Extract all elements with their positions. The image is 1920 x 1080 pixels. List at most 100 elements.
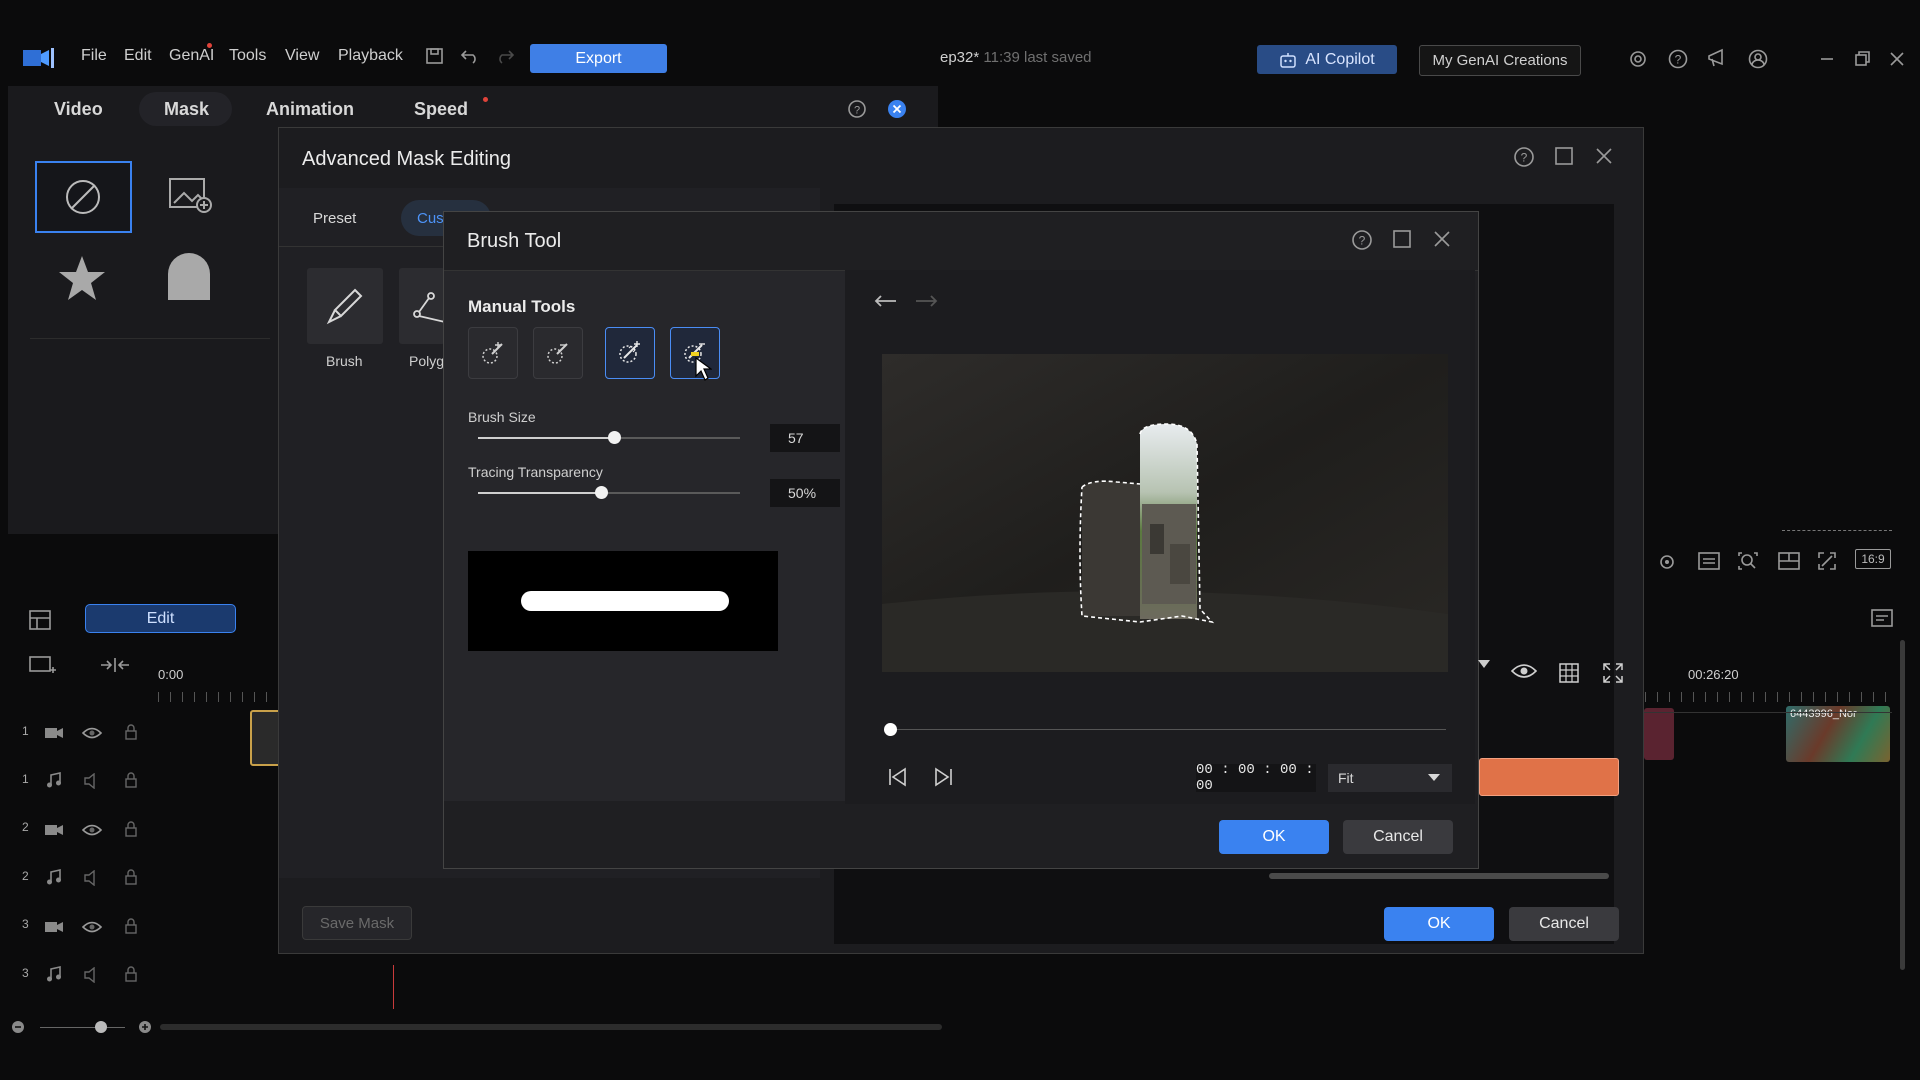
tab-animation[interactable]: Animation bbox=[266, 99, 354, 120]
lock-icon[interactable] bbox=[124, 966, 138, 982]
restore-icon[interactable] bbox=[1853, 50, 1871, 68]
erase-brush-button[interactable] bbox=[533, 327, 583, 379]
close-icon[interactable] bbox=[1594, 146, 1614, 166]
subtitles-icon[interactable] bbox=[1697, 551, 1721, 571]
speaker-icon[interactable] bbox=[83, 870, 101, 886]
timeline-view-icon[interactable] bbox=[28, 608, 52, 632]
tab-mask[interactable]: Mask bbox=[164, 99, 209, 120]
minimize-icon[interactable] bbox=[1818, 50, 1836, 68]
ai-copilot-button[interactable]: AI Copilot bbox=[1257, 45, 1397, 74]
lock-icon[interactable] bbox=[124, 724, 138, 740]
account-avatar-icon[interactable] bbox=[1747, 48, 1769, 70]
export-button[interactable]: Export bbox=[530, 44, 667, 73]
aspect-ratio-button[interactable]: 16:9 bbox=[1855, 549, 1891, 569]
timeline-clip-mid[interactable] bbox=[1644, 708, 1674, 760]
expand-icon[interactable] bbox=[1602, 662, 1624, 684]
brush-ok-button[interactable]: OK bbox=[1219, 820, 1329, 854]
eye-icon[interactable] bbox=[82, 823, 102, 837]
tab-help-icon[interactable]: ? bbox=[847, 99, 867, 119]
menu-view[interactable]: View bbox=[285, 47, 319, 65]
timeline-start-time: 0:00 bbox=[158, 667, 184, 682]
lock-icon[interactable] bbox=[124, 869, 138, 885]
eye-icon[interactable] bbox=[82, 726, 102, 740]
close-icon[interactable] bbox=[1432, 229, 1452, 249]
speaker-icon[interactable] bbox=[83, 967, 101, 983]
add-brush-button[interactable] bbox=[468, 327, 518, 379]
preview-timeline-thumb[interactable] bbox=[884, 723, 897, 736]
close-app-icon[interactable] bbox=[1888, 50, 1906, 68]
tab-video[interactable]: Video bbox=[54, 99, 103, 120]
grid-icon[interactable] bbox=[1558, 662, 1580, 684]
undo-icon[interactable] bbox=[873, 292, 899, 312]
speaker-icon[interactable] bbox=[83, 773, 101, 789]
eye-visibility-icon[interactable] bbox=[1511, 662, 1537, 680]
timeline-scrollbar[interactable] bbox=[160, 1024, 942, 1030]
brush-size-value[interactable]: 57 bbox=[770, 424, 840, 452]
timeline-audio-clip[interactable] bbox=[1479, 758, 1619, 796]
zoom-preview-icon[interactable] bbox=[1737, 551, 1759, 571]
tab-close-icon[interactable] bbox=[887, 99, 907, 119]
brush-tool-button[interactable] bbox=[307, 268, 383, 344]
menu-edit[interactable]: Edit bbox=[124, 47, 152, 65]
timecode-field[interactable]: 00 : 00 : 00 : 00 bbox=[1196, 762, 1316, 794]
tab-custom[interactable]: Cus bbox=[417, 210, 444, 227]
timeline-vscroll[interactable] bbox=[1900, 640, 1905, 970]
preview-hscroll[interactable] bbox=[984, 873, 1614, 881]
tab-preset[interactable]: Preset bbox=[313, 210, 356, 227]
timeline-settings-icon[interactable] bbox=[1870, 607, 1898, 631]
preview-timeline-track[interactable] bbox=[890, 729, 1446, 730]
layout-icon[interactable] bbox=[1777, 551, 1801, 571]
add-track-icon[interactable] bbox=[28, 654, 58, 676]
eye-icon[interactable] bbox=[82, 920, 102, 934]
redo-icon[interactable] bbox=[913, 292, 939, 312]
cancel-button[interactable]: Cancel bbox=[1509, 907, 1619, 941]
zoom-slider-track[interactable] bbox=[40, 1027, 125, 1028]
dropdown-arrow-icon[interactable] bbox=[1478, 660, 1490, 670]
mask-none-button[interactable] bbox=[35, 161, 132, 233]
tab-speed[interactable]: Speed bbox=[414, 99, 468, 120]
brush-cancel-button[interactable]: Cancel bbox=[1343, 820, 1453, 854]
help-icon[interactable]: ? bbox=[1351, 229, 1373, 251]
zoom-out-icon[interactable] bbox=[11, 1020, 25, 1034]
fullscreen-icon[interactable] bbox=[1817, 551, 1837, 571]
zoom-slider-thumb[interactable] bbox=[95, 1021, 107, 1033]
fit-timeline-icon[interactable] bbox=[99, 656, 131, 674]
ruins-image bbox=[882, 354, 1448, 672]
snapshot-icon[interactable] bbox=[1658, 553, 1682, 571]
undo-icon[interactable] bbox=[460, 48, 480, 64]
tracing-transparency-value[interactable]: 50% bbox=[770, 479, 840, 507]
lock-icon[interactable] bbox=[124, 772, 138, 788]
previous-frame-icon[interactable] bbox=[886, 766, 910, 788]
save-mask-button[interactable]: Save Mask bbox=[302, 906, 412, 940]
maximize-icon[interactable] bbox=[1554, 146, 1574, 166]
help-icon[interactable]: ? bbox=[1513, 146, 1535, 168]
help-icon[interactable]: ? bbox=[1667, 48, 1689, 70]
menu-playback[interactable]: Playback bbox=[338, 47, 403, 65]
lock-icon[interactable] bbox=[124, 821, 138, 837]
smart-brush-button[interactable] bbox=[605, 327, 655, 379]
next-frame-icon[interactable] bbox=[931, 766, 955, 788]
maximize-icon[interactable] bbox=[1392, 229, 1412, 249]
zoom-fit-select[interactable]: Fit bbox=[1328, 764, 1452, 792]
lock-icon[interactable] bbox=[124, 918, 138, 934]
menu-tools[interactable]: Tools bbox=[229, 47, 266, 65]
settings-gear-icon[interactable] bbox=[1627, 48, 1649, 70]
preview-hscroll-thumb[interactable] bbox=[1269, 873, 1609, 879]
timeline-clip-right[interactable]: 6443996_Nor bbox=[1786, 706, 1890, 762]
feedback-megaphone-icon[interactable] bbox=[1706, 47, 1730, 69]
tracing-transparency-slider-thumb[interactable] bbox=[595, 486, 608, 499]
edit-button[interactable]: Edit bbox=[85, 604, 236, 633]
save-icon[interactable] bbox=[425, 47, 445, 65]
star-shape-icon[interactable] bbox=[57, 254, 107, 302]
zoom-in-icon[interactable] bbox=[138, 1020, 152, 1034]
brush-size-slider-thumb[interactable] bbox=[608, 431, 621, 444]
menu-file[interactable]: File bbox=[81, 47, 107, 65]
polygon-tool-button[interactable] bbox=[399, 268, 445, 344]
ok-button[interactable]: OK bbox=[1384, 907, 1494, 941]
arch-shape-icon[interactable] bbox=[166, 250, 212, 302]
menu-genai[interactable]: GenAI bbox=[169, 47, 214, 65]
redo-icon[interactable] bbox=[495, 48, 515, 64]
image-mask-icon[interactable] bbox=[168, 175, 214, 215]
brush-icon bbox=[325, 286, 365, 326]
my-genai-creations-button[interactable]: My GenAI Creations bbox=[1419, 45, 1581, 76]
